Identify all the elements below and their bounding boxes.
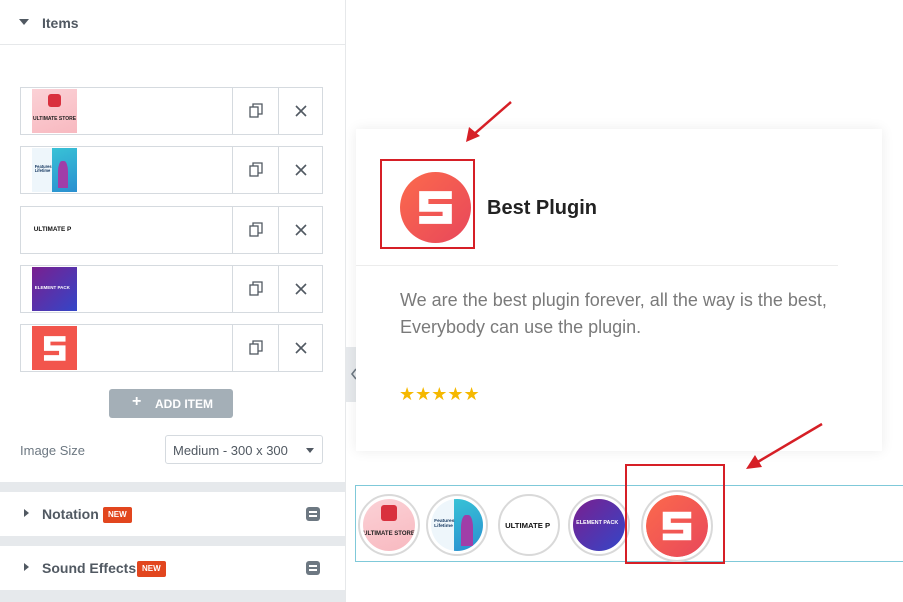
editor-panel: Items ULTIMATE STORE Features Lifetime ULT… [0, 0, 346, 602]
thumbnail-text: ELEMENT PACK [34, 284, 70, 290]
add-item-button[interactable]: + ADD ITEM [109, 389, 233, 418]
arrow-icon [466, 101, 512, 142]
close-icon [295, 342, 307, 354]
nav-thumbnail-image: ULTIMATE STORE [363, 499, 415, 551]
arrow-icon [746, 422, 823, 469]
copy-icon [249, 340, 263, 355]
close-icon [295, 283, 307, 295]
remove-button[interactable] [278, 207, 322, 253]
ultimate-store-thumbnail: ULTIMATE STORE [32, 89, 77, 133]
nav-thumbnail[interactable]: ULTIMATE P [498, 494, 560, 556]
caret-down-icon [19, 19, 29, 25]
thumbnail-text: ELEMENT PACK [576, 519, 619, 526]
duplicate-button[interactable] [232, 325, 278, 371]
duplicate-button[interactable] [232, 147, 278, 193]
thumbnail-text: Features Lifetime [34, 163, 52, 174]
image-size-select[interactable]: Medium - 300 x 300 [165, 435, 323, 464]
repeater-item[interactable]: Features Lifetime [20, 146, 323, 194]
items-section-title: Items [42, 15, 79, 31]
notation-section-header[interactable]: Notation NEW [0, 492, 345, 536]
thumbnail-text: ULTIMATE STORE [32, 116, 77, 123]
sound-effects-section-title: Sound Effects [42, 560, 137, 576]
remove-button[interactable] [278, 88, 322, 134]
element-pack-thumbnail: ELEMENT PACK [32, 267, 77, 311]
copy-icon [249, 281, 263, 296]
section-divider [0, 482, 345, 492]
highlight-box-thumbnail [625, 464, 725, 564]
close-icon [295, 105, 307, 117]
copy-icon [249, 222, 263, 237]
nav-thumbnail-image: ELEMENT PACK [573, 499, 625, 551]
ultimate-pack-thumbnail: ULTIMATE P [32, 208, 77, 252]
duplicate-button[interactable] [232, 88, 278, 134]
editor-screen: Items ULTIMATE STORE Features Lifetime ULT… [0, 0, 903, 602]
thumbnail-text: ULTIMATE STORE [363, 531, 415, 538]
thumbnail-text: ULTIMATE P [505, 520, 551, 530]
new-badge: NEW [137, 561, 166, 577]
caret-right-icon [24, 563, 29, 571]
thumbnail-text: Features Lifetime [434, 518, 455, 530]
remove-button[interactable] [278, 325, 322, 371]
card-divider [356, 265, 838, 266]
highlight-box-logo [380, 159, 475, 249]
features-person-thumbnail: Features Lifetime [32, 148, 77, 192]
items-section-header[interactable]: Items [0, 0, 345, 45]
repeater-item[interactable]: ULTIMATE P [20, 206, 323, 254]
element-pack-thumbnail: ELEMENT PACK [573, 499, 625, 551]
repeater-item[interactable]: ULTIMATE STORE [20, 87, 323, 135]
add-item-label: ADD ITEM [155, 397, 213, 411]
repeater-item[interactable]: ELEMENT PACK [20, 265, 323, 313]
section-divider [0, 536, 345, 546]
chevron-down-icon [306, 448, 314, 453]
dynamic-tags-icon[interactable] [306, 507, 320, 521]
features-person-thumbnail: Features Lifetime [431, 499, 483, 551]
s-logo-icon [43, 335, 66, 361]
caret-right-icon [24, 509, 29, 517]
image-size-value: Medium - 300 x 300 [173, 443, 288, 458]
remove-button[interactable] [278, 147, 322, 193]
ultimate-pack-thumbnail: ULTIMATE P [503, 499, 555, 551]
ultimate-store-thumbnail: ULTIMATE STORE [363, 499, 415, 551]
nav-thumbnail[interactable]: Features Lifetime [426, 494, 488, 556]
card-heading: Best Plugin [487, 197, 598, 219]
close-icon [295, 164, 307, 176]
notation-section-title: Notation [42, 506, 99, 522]
nav-thumbnail[interactable]: ULTIMATE STORE [358, 494, 420, 556]
image-size-label: Image Size [20, 443, 86, 458]
nav-thumbnail[interactable]: ELEMENT PACK [568, 494, 630, 556]
repeater-item[interactable] [20, 324, 323, 372]
sound-effects-section-header[interactable]: Sound Effects NEW [0, 546, 345, 590]
copy-icon [249, 162, 263, 177]
copy-icon [249, 103, 263, 118]
thumbnail-text: ULTIMATE P [33, 226, 72, 234]
item-thumbnail[interactable]: ULTIMATE P [32, 208, 77, 252]
close-icon [295, 224, 307, 236]
section-divider [0, 590, 345, 602]
new-badge: NEW [103, 507, 132, 523]
duplicate-button[interactable] [232, 207, 278, 253]
item-thumbnail[interactable]: Features Lifetime [32, 148, 77, 192]
plus-icon: + [132, 393, 142, 410]
duplicate-button[interactable] [232, 266, 278, 312]
item-thumbnail[interactable]: ULTIMATE STORE [32, 89, 77, 133]
remove-button[interactable] [278, 266, 322, 312]
item-thumbnail[interactable]: ELEMENT PACK [32, 267, 77, 311]
nav-thumbnail-image: Features Lifetime [431, 499, 483, 551]
dynamic-tags-icon[interactable] [306, 561, 320, 575]
nav-thumbnail-image: ULTIMATE P [503, 499, 555, 551]
star-rating: ★★★★★ [399, 384, 480, 404]
item-thumbnail[interactable] [32, 326, 77, 370]
s-logo-thumbnail [32, 326, 77, 370]
card-text: We are the best plugin forever, all the … [400, 290, 827, 337]
